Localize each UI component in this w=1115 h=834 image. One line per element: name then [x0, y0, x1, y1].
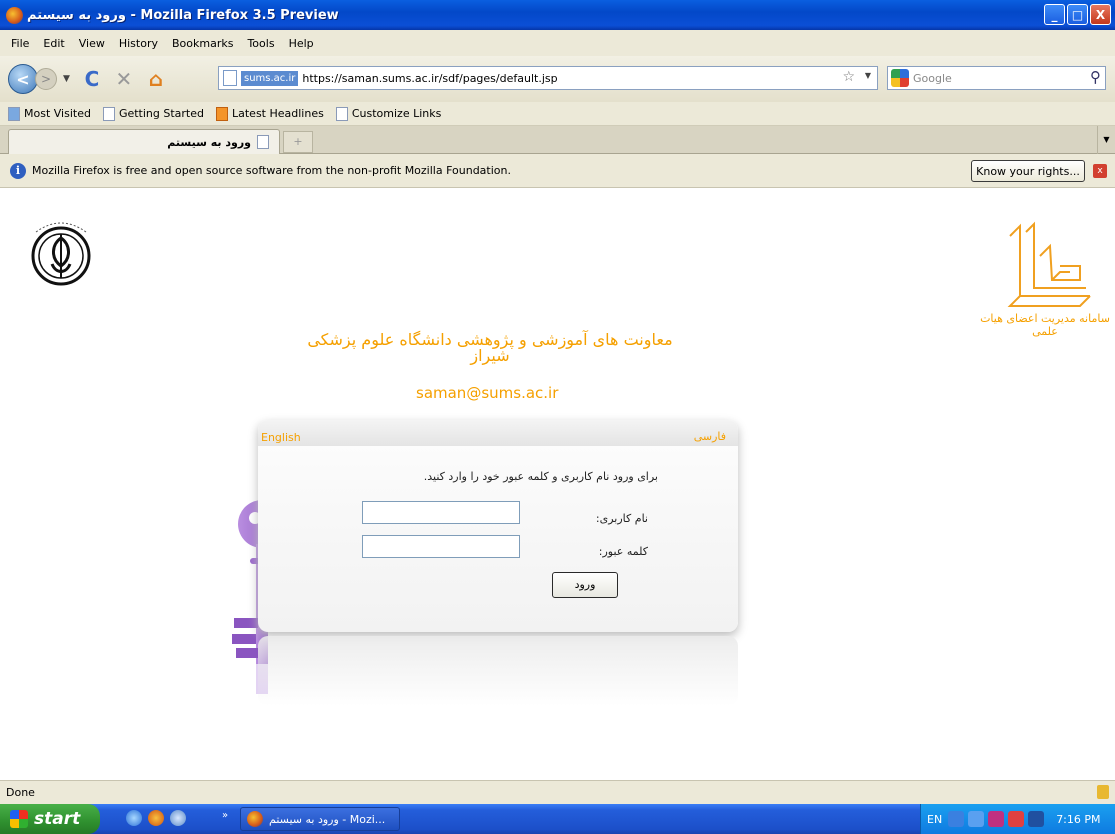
notification-close-button[interactable]: x	[1093, 164, 1107, 178]
forward-button[interactable]: >	[35, 68, 57, 90]
browser-quicklaunch-icon[interactable]	[170, 810, 186, 826]
antivirus-icon[interactable]	[988, 811, 1005, 827]
bookmark-label: Getting Started	[118, 107, 204, 120]
tab-login[interactable]: ورود به سیستم	[8, 129, 280, 154]
panel-header: English فارسی	[258, 420, 738, 446]
network-icon[interactable]	[968, 811, 985, 827]
notification-message: Mozilla Firefox is free and open source …	[32, 164, 511, 177]
start-button[interactable]: start	[0, 804, 100, 834]
status-bar: Done	[0, 780, 1115, 804]
saman-caption: سامانه مدیریت اعضای هیات علمی	[980, 312, 1110, 338]
status-text: Done	[6, 786, 35, 799]
menu-bar: File Edit View History Bookmarks Tools H…	[0, 30, 1115, 56]
panel-reflection	[258, 636, 738, 706]
search-icon[interactable]: ⚲	[1090, 68, 1101, 86]
bookmark-label: Latest Headlines	[232, 107, 324, 120]
username-label: نام کاربری:	[595, 512, 648, 525]
page-favicon-icon	[223, 70, 237, 86]
page-icon	[102, 106, 115, 121]
page-content: سامانه مدیریت اعضای هیات علمی معاونت های…	[0, 188, 1115, 780]
internet-explorer-icon[interactable]	[126, 810, 142, 826]
title-bar: ورود به سیستم - Mozilla Firefox 3.5 Prev…	[0, 0, 1115, 30]
home-button[interactable]: ⌂	[145, 67, 167, 91]
page-icon	[257, 135, 269, 149]
taskbar-item-label: ورود به سیستم - Mozi...	[269, 812, 386, 826]
windows-logo-icon	[10, 810, 28, 828]
security-icon[interactable]	[1008, 811, 1025, 827]
menu-view[interactable]: View	[72, 37, 112, 50]
university-seal-logo	[31, 222, 91, 286]
back-button[interactable]: <	[8, 64, 38, 94]
bookmark-latest-headlines[interactable]: Latest Headlines	[216, 106, 324, 121]
menu-tools[interactable]: Tools	[240, 37, 281, 50]
login-panel: English فارسی برای ورود نام کاربری و کلم…	[258, 420, 738, 632]
navigation-toolbar: < > ▼ C ✕ ⌂ sums.ac.ir https://saman.sum…	[0, 56, 1115, 102]
address-bar[interactable]: sums.ac.ir https://saman.sums.ac.ir/sdf/…	[218, 66, 878, 90]
reload-button[interactable]: C	[81, 67, 103, 91]
rss-icon	[216, 106, 228, 121]
taskbar: start » ورود به سیستم - Mozi... EN 7:16 …	[0, 804, 1115, 834]
google-engine-icon[interactable]	[891, 69, 909, 87]
menu-bookmarks[interactable]: Bookmarks	[165, 37, 240, 50]
bookmark-most-visited[interactable]: Most Visited	[8, 106, 91, 121]
volume-icon[interactable]	[1028, 811, 1045, 827]
taskbar-firefox-item[interactable]: ورود به سیستم - Mozi...	[240, 807, 400, 831]
most-visited-icon	[8, 106, 20, 121]
start-label: start	[34, 809, 81, 829]
bookmark-customize-links[interactable]: Customize Links	[335, 106, 442, 121]
site-identity-badge[interactable]: sums.ac.ir	[241, 70, 299, 86]
close-button[interactable]: X	[1090, 4, 1111, 25]
bookmark-label: Customize Links	[351, 107, 442, 120]
saman-logo	[1007, 221, 1091, 307]
menu-history[interactable]: History	[112, 37, 165, 50]
tray-arrow-icon[interactable]	[948, 811, 965, 827]
english-language-link[interactable]: English	[261, 431, 301, 444]
menu-edit[interactable]: Edit	[36, 37, 71, 50]
url-text[interactable]: https://saman.sums.ac.ir/sdf/pages/defau…	[298, 72, 557, 85]
search-placeholder[interactable]: Google	[913, 72, 952, 85]
window-title: ورود به سیستم - Mozilla Firefox 3.5 Prev…	[27, 7, 339, 23]
farsi-language-link[interactable]: فارسی	[694, 430, 726, 443]
notification-bar: i Mozilla Firefox is free and open sourc…	[0, 154, 1115, 188]
username-input[interactable]	[362, 501, 520, 524]
page-headline: معاونت های آموزشی و پژوهشی دانشگاه علوم …	[307, 330, 673, 365]
window-controls: _ □ X	[1044, 4, 1111, 25]
language-indicator[interactable]: EN	[927, 813, 942, 826]
firefox-icon	[247, 811, 263, 827]
tab-list-dropdown-icon[interactable]: ▼	[1097, 126, 1115, 154]
password-input[interactable]	[362, 535, 520, 558]
tab-label: ورود به سیستم	[167, 135, 251, 149]
minimize-button[interactable]: _	[1044, 4, 1065, 25]
bookmark-label: Most Visited	[24, 107, 91, 120]
bookmarks-toolbar: Most Visited Getting Started Latest Head…	[0, 102, 1115, 126]
bookmark-star-icon[interactable]: ☆	[842, 69, 855, 85]
new-tab-button[interactable]: +	[283, 131, 313, 153]
bookmark-getting-started[interactable]: Getting Started	[102, 106, 204, 121]
info-icon: i	[10, 162, 26, 179]
login-button[interactable]: ورود	[552, 572, 618, 598]
menu-file[interactable]: File	[4, 37, 36, 50]
history-dropdown-icon[interactable]: ▼	[63, 74, 70, 84]
tab-bar: ورود به سیستم + ▼	[0, 126, 1115, 154]
quicklaunch-chevron[interactable]: »	[222, 810, 228, 821]
password-label: کلمه عبور:	[598, 545, 648, 558]
menu-help[interactable]: Help	[282, 37, 321, 50]
firefox-icon	[6, 6, 23, 24]
login-instruction: برای ورود نام کاربری و کلمه عبور خود را …	[423, 470, 658, 483]
maximize-button[interactable]: □	[1067, 4, 1088, 25]
url-dropdown-icon[interactable]: ▼	[865, 71, 871, 80]
know-your-rights-button[interactable]: Know your rights...	[971, 160, 1085, 182]
clock: 7:16 PM	[1056, 812, 1101, 826]
firefox-quicklaunch-icon[interactable]	[148, 810, 164, 826]
page-icon	[335, 106, 348, 121]
stop-button[interactable]: ✕	[113, 67, 135, 91]
lock-icon[interactable]	[1097, 785, 1109, 799]
system-tray: EN 7:16 PM	[920, 804, 1115, 834]
contact-email: saman@sums.ac.ir	[416, 384, 559, 402]
search-box[interactable]: Google ⚲	[887, 66, 1106, 90]
